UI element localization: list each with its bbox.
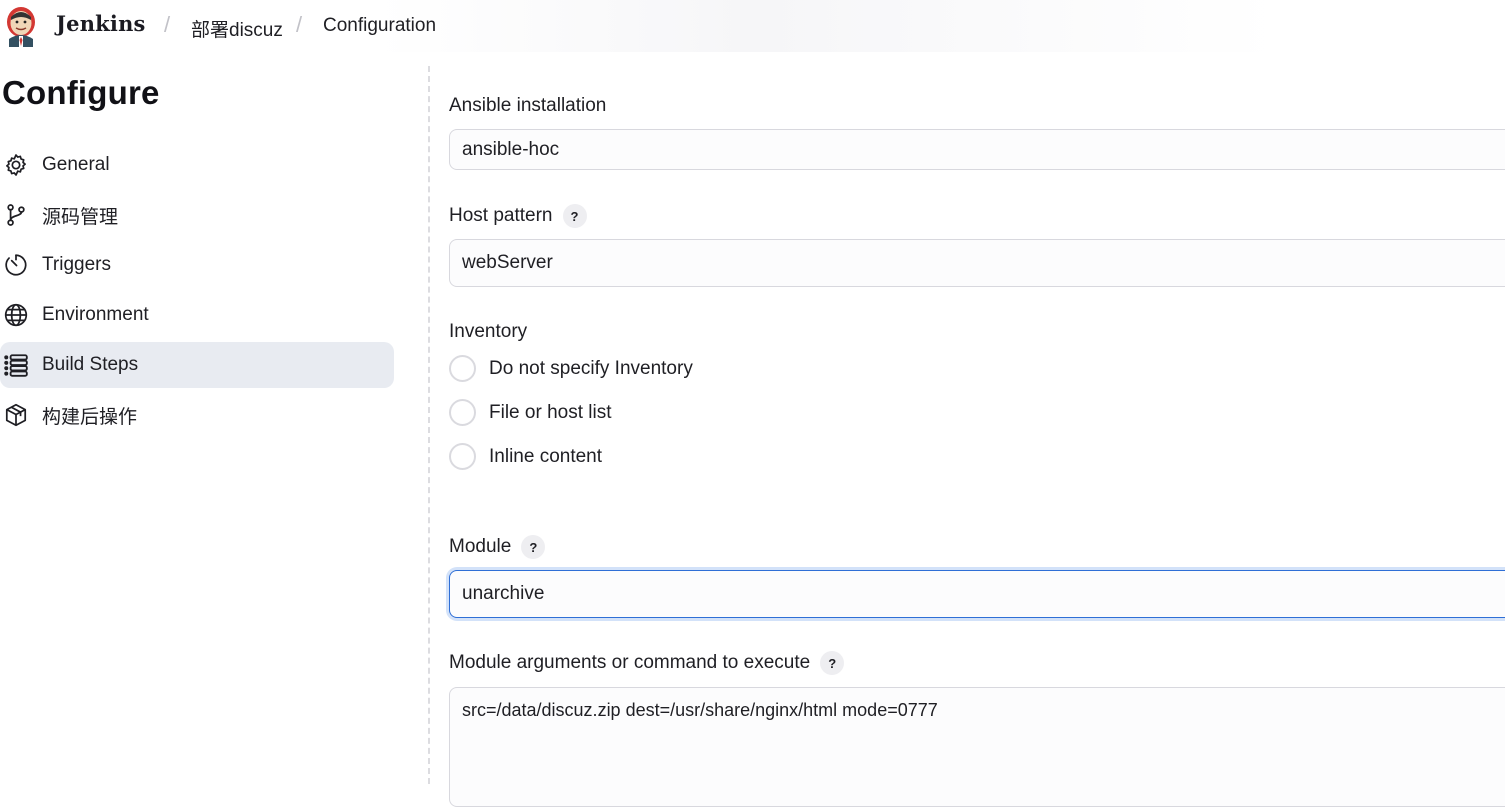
page-title: Configure [2,74,160,111]
inventory-option-none[interactable]: Do not specify Inventory [449,355,693,382]
breadcrumb-job[interactable]: 部署discuz [191,15,283,42]
package-icon [3,402,29,428]
module-arguments-label: Module arguments or command to execute ? [449,651,845,675]
sidebar-item-build-steps[interactable]: Build Steps [0,342,394,388]
host-pattern-input[interactable] [449,239,1505,287]
top-header: Jenkins / 部署discuz / Configuration [0,0,1505,52]
gear-icon [3,152,29,178]
inventory-option-file[interactable]: File or host list [449,399,611,426]
module-label: Module ? [449,535,546,559]
sidebar-item-triggers[interactable]: Triggers [0,242,394,288]
help-icon[interactable]: ? [521,535,546,559]
breadcrumb-configuration[interactable]: Configuration [323,15,436,37]
timer-icon [3,252,29,278]
sidebar-item-label: Environment [42,304,149,325]
field-label-text: Inventory [449,321,528,342]
sidebar-item-source-management[interactable]: 源码管理 [0,192,394,238]
brand-name[interactable]: Jenkins [56,11,146,36]
sidebar-item-post-build-actions[interactable]: 构建后操作 [0,392,394,438]
help-icon[interactable]: ? [820,651,845,675]
sidebar-item-general[interactable]: General [0,142,394,188]
radio-label: File or host list [489,401,612,423]
inventory-label: Inventory [449,321,527,343]
inventory-option-inline[interactable]: Inline content [449,443,602,470]
field-label-text: Ansible installation [449,95,607,116]
radio-button[interactable] [449,355,476,382]
jenkins-logo-icon[interactable] [4,3,38,47]
sidebar-item-label: 构建后操作 [42,406,138,428]
list-icon [3,352,29,378]
help-icon[interactable]: ? [562,204,587,228]
radio-label: Do not specify Inventory [489,357,693,379]
sidebar-item-label: General [42,154,110,175]
host-pattern-label: Host pattern ? [449,204,587,228]
sidebar-divider [428,66,430,784]
branch-icon [3,202,29,228]
sidebar-item-label: Triggers [42,254,111,275]
field-label-text: Module arguments or command to execute [449,652,811,673]
sidebar-item-label: 源码管理 [42,206,119,228]
sidebar-item-environment[interactable]: Environment [0,292,394,338]
globe-icon [3,302,29,328]
field-label-text: Module [449,536,512,557]
field-label-text: Host pattern [449,205,553,226]
sidebar-item-label: Build Steps [42,354,139,375]
radio-label: Inline content [489,445,603,467]
radio-button[interactable] [449,399,476,426]
module-arguments-textarea[interactable]: src=/data/discuz.zip dest=/usr/share/ngi… [449,687,1505,807]
ansible-installation-label: Ansible installation [449,95,606,117]
radio-button[interactable] [449,443,476,470]
breadcrumb-separator: / [296,12,303,37]
breadcrumb-separator: / [164,12,171,37]
ansible-installation-select[interactable] [449,129,1505,170]
module-input[interactable] [449,570,1505,618]
